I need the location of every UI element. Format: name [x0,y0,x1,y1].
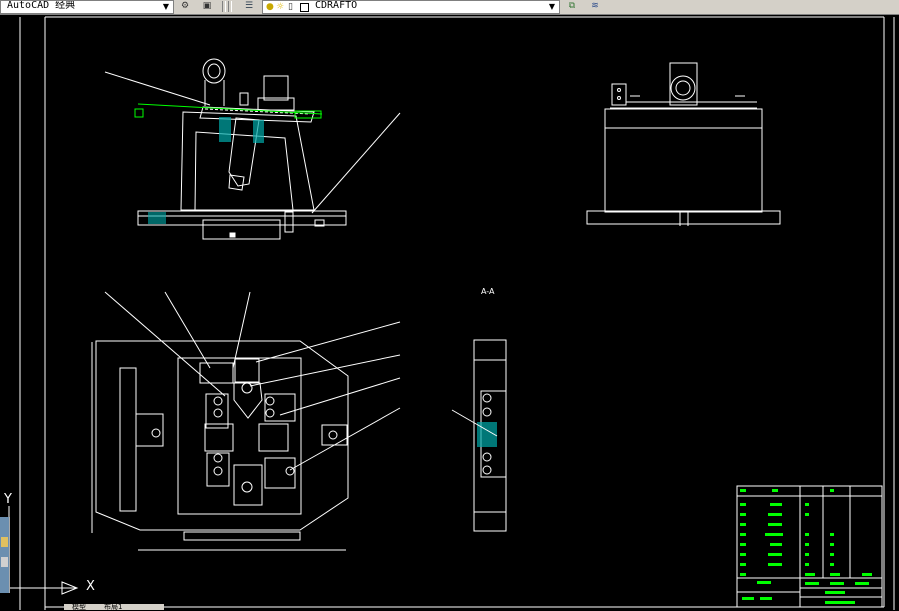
drawing-frame [19,16,895,610]
chevron-down-icon[interactable]: ▼ [547,1,557,13]
front-view [104,58,401,240]
toolbar: AutoCAD 经典 ▼ ⚙ ▣ ☰ ● ☼ ▯ CDRAFTO ▼ ⧉ ≋ [0,0,899,15]
drawing-canvas[interactable] [0,15,899,610]
sun-icon[interactable]: ☼ [276,1,284,13]
title-block [736,485,883,608]
ucs-x-label: X [86,579,95,594]
layer-manager-icon[interactable]: ☰ [241,0,257,13]
toolbar-lock-icon[interactable]: ▣ [199,0,215,13]
tab-model[interactable]: 模型 [72,604,86,611]
workspace-dropdown[interactable]: AutoCAD 经典 ▼ [0,0,174,14]
ucs-y-label: Y [4,492,12,507]
section-label: A-A [481,287,495,296]
workspace-settings-icon[interactable]: ⚙ [177,0,193,13]
section-view [451,339,507,532]
ucs-icon [8,506,79,595]
layer-previous-icon[interactable]: ≋ [587,0,603,13]
lightbulb-icon[interactable]: ● [266,1,274,13]
toolbar-separator [222,1,226,12]
layer-dropdown[interactable]: ● ☼ ▯ CDRAFTO ▼ [262,0,560,14]
chevron-down-icon[interactable]: ▼ [161,1,171,13]
workspace-value: AutoCAD 经典 [7,0,76,11]
layout-tabs: 模型 布局1 [64,604,164,611]
palette-icon[interactable] [1,557,8,567]
tab-layout1[interactable]: 布局1 [104,604,122,611]
color-square-icon[interactable] [300,3,309,12]
layer-value: CDRAFTO [315,0,358,11]
side-view [586,62,781,226]
lock-icon[interactable]: ▯ [288,1,293,13]
tool-palette[interactable] [0,517,10,593]
make-current-layer-icon[interactable]: ⧉ [564,0,580,13]
plan-view [91,291,401,551]
toolbar-separator [228,1,232,12]
palette-icon[interactable] [1,537,8,547]
